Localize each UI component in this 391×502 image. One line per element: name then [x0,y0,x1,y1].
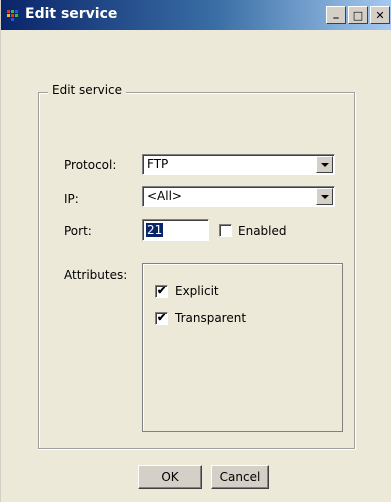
close-button[interactable]: ✕ [370,6,390,24]
port-input[interactable]: 21 [142,219,209,241]
ip-value: <All> [147,189,182,203]
chevron-down-icon [320,194,329,199]
maximize-button[interactable]: □ [348,6,368,24]
protocol-dropdown-button[interactable] [316,156,333,173]
check-icon: ✔ [157,312,167,324]
check-icon: ✔ [157,285,167,297]
port-label: Port: [64,224,92,238]
title-bar[interactable]: Edit service _ □ ✕ [1,0,391,30]
cancel-button[interactable]: Cancel [211,465,269,489]
port-value: 21 [146,223,164,237]
protocol-value: FTP [147,157,169,171]
ip-dropdown-button[interactable] [316,188,333,205]
edit-service-window: Edit service _ □ ✕ Edit service Protocol… [0,0,391,502]
group-legend: Edit service [48,83,127,97]
chevron-down-icon [320,162,329,167]
attributes-list [142,263,343,432]
ok-button[interactable]: OK [138,465,202,489]
ip-label: IP: [64,192,79,206]
transparent-label[interactable]: Transparent [175,311,246,325]
maximize-icon: □ [352,8,364,22]
app-icon [7,10,18,21]
minimize-button[interactable]: _ [326,6,346,24]
protocol-label: Protocol: [64,158,117,172]
explicit-checkbox[interactable]: ✔ [155,285,168,298]
enabled-label[interactable]: Enabled [238,224,287,238]
window-title: Edit service [25,6,118,22]
protocol-select[interactable]: FTP [142,154,335,175]
transparent-checkbox[interactable]: ✔ [155,312,168,325]
close-icon: ✕ [375,8,385,22]
minimize-icon: _ [333,5,339,19]
attributes-label: Attributes: [64,268,128,282]
enabled-checkbox[interactable] [219,224,232,237]
explicit-label[interactable]: Explicit [175,284,219,298]
ip-select[interactable]: <All> [142,186,335,207]
